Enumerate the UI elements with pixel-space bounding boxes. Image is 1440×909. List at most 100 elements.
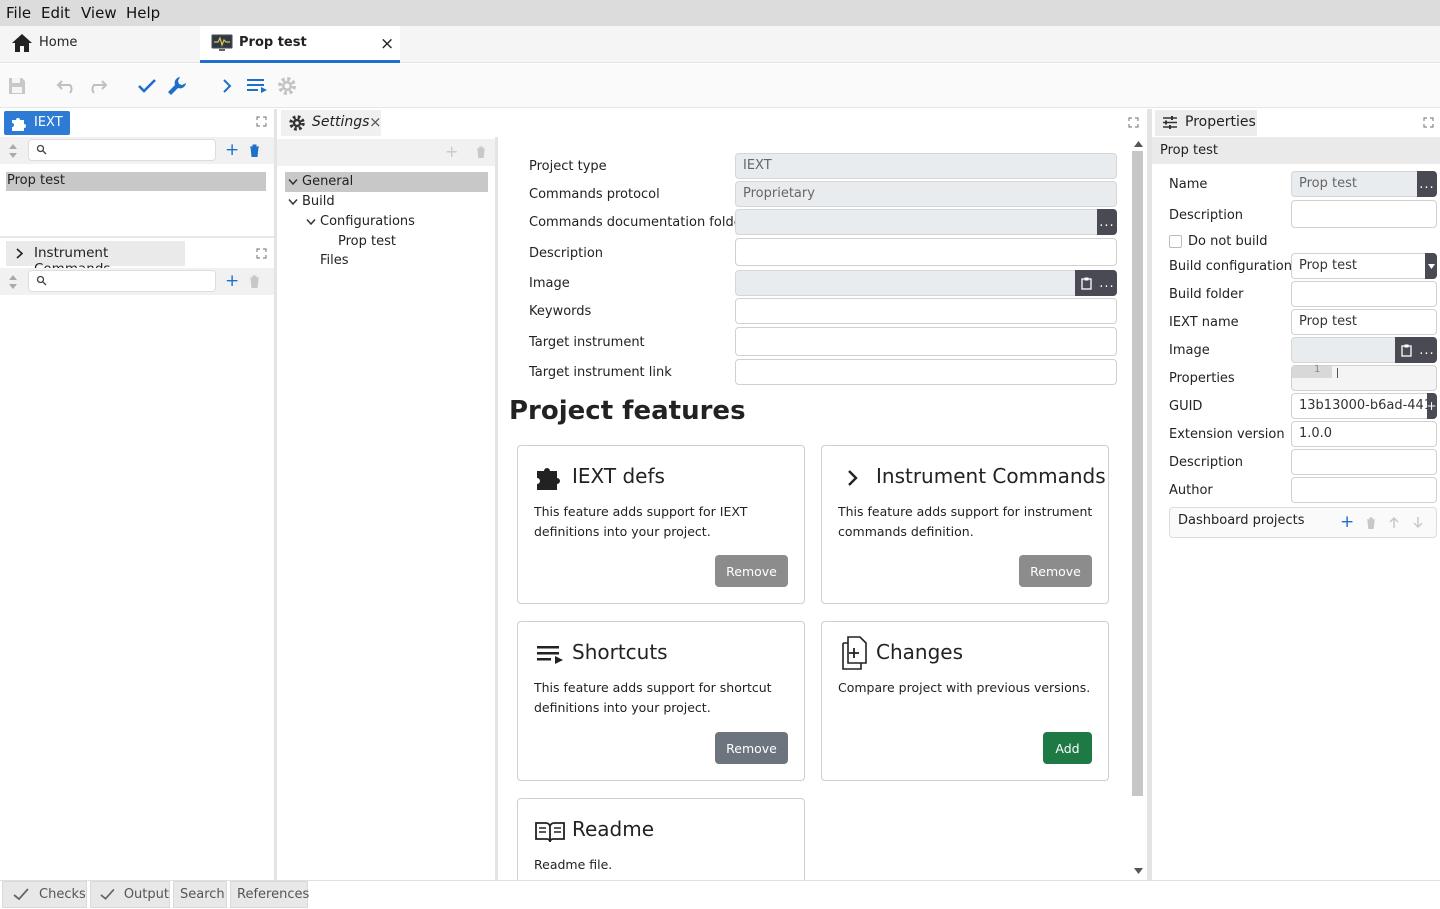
- gear-icon: [278, 77, 296, 95]
- iext-panel-tab[interactable]: IEXT: [4, 111, 70, 135]
- do-not-build-checkbox[interactable]: [1169, 235, 1182, 248]
- author-field[interactable]: [1291, 477, 1437, 503]
- paste-button[interactable]: [1075, 270, 1097, 296]
- remove-button[interactable]: Remove: [715, 555, 788, 587]
- tab-search[interactable]: Search: [173, 881, 227, 908]
- browse-button[interactable]: ...: [1417, 171, 1437, 197]
- build-folder-field[interactable]: [1291, 281, 1437, 307]
- browse-button[interactable]: ...: [1097, 270, 1117, 296]
- delete-icon[interactable]: [249, 275, 260, 288]
- add-item-icon[interactable]: +: [225, 140, 239, 160]
- menu-help[interactable]: Help: [126, 4, 160, 22]
- arrow-down-icon[interactable]: [1413, 516, 1423, 529]
- guid-field[interactable]: 13b13000-b6ad-4413 +: [1291, 393, 1437, 419]
- tree-item-configurations[interactable]: Configurations: [320, 214, 415, 229]
- add-button[interactable]: Add: [1043, 732, 1092, 764]
- image-field[interactable]: ...: [735, 270, 1117, 296]
- tab-home[interactable]: Home: [0, 26, 200, 63]
- commands-search-input[interactable]: [28, 270, 216, 292]
- prop-image-field[interactable]: ...: [1291, 337, 1437, 363]
- remove-button[interactable]: Remove: [715, 732, 788, 764]
- target-link-field[interactable]: [735, 359, 1117, 385]
- maximize-icon[interactable]: [256, 116, 267, 127]
- description-field[interactable]: [735, 238, 1117, 266]
- target-field[interactable]: [735, 327, 1117, 356]
- chevron-down-icon[interactable]: [288, 178, 298, 186]
- sort-icon[interactable]: [8, 274, 18, 290]
- tab-references[interactable]: References: [230, 881, 309, 908]
- chevron-right-icon: [848, 470, 858, 486]
- iext-panel-title: IEXT: [34, 115, 63, 130]
- tab-output[interactable]: Output: [90, 881, 170, 908]
- feature-desc: Compare project with previous versions.: [838, 680, 1091, 695]
- shortcuts-button[interactable]: [245, 74, 269, 98]
- menu-edit[interactable]: Edit: [41, 4, 70, 22]
- arrow-up-icon[interactable]: [1389, 516, 1399, 529]
- maximize-icon[interactable]: [1128, 117, 1139, 128]
- prop-description2-field[interactable]: [1291, 449, 1437, 475]
- project-type-field: IEXT: [735, 153, 1117, 179]
- keywords-field[interactable]: [735, 298, 1117, 324]
- add-command-icon[interactable]: +: [225, 271, 239, 291]
- chevron-down-icon[interactable]: [306, 218, 316, 226]
- ext-version-field[interactable]: 1.0.0: [1291, 421, 1437, 447]
- divider: [0, 236, 274, 238]
- sort-icon[interactable]: [8, 143, 18, 159]
- generate-guid-button[interactable]: +: [1426, 393, 1437, 419]
- close-tab-icon[interactable]: ×: [380, 34, 394, 54]
- scrollbar-thumb[interactable]: [1132, 151, 1143, 796]
- add-dashboard-icon[interactable]: +: [1340, 512, 1354, 532]
- settings-title: Settings: [312, 114, 370, 130]
- chevron-down-icon[interactable]: [288, 198, 298, 206]
- check-button[interactable]: [135, 74, 159, 98]
- redo-button[interactable]: [85, 74, 109, 98]
- tree-item-build[interactable]: Build: [302, 194, 335, 209]
- browse-button[interactable]: ...: [1417, 337, 1437, 363]
- scroll-down-icon[interactable]: [1134, 868, 1143, 874]
- list-item-selected[interactable]: Prop test: [6, 172, 266, 191]
- undo-button[interactable]: [55, 74, 79, 98]
- prop-description-field[interactable]: [1291, 200, 1437, 228]
- paste-button[interactable]: [1395, 337, 1417, 363]
- properties-editor[interactable]: 1: [1291, 364, 1437, 391]
- prop-image-label: Image: [1169, 343, 1210, 358]
- protocol-value: Proprietary: [743, 186, 815, 201]
- delete-icon[interactable]: [249, 144, 260, 157]
- scroll-up-icon[interactable]: [1134, 141, 1143, 147]
- close-settings-icon[interactable]: ×: [369, 113, 382, 131]
- commands-panel-tab[interactable]: Instrument Commands: [6, 241, 185, 277]
- menu-view[interactable]: View: [81, 4, 117, 22]
- add-config-icon[interactable]: +: [445, 142, 458, 161]
- properties-tab[interactable]: Properties: [1155, 110, 1257, 136]
- tab-checks-label: Checks: [39, 887, 86, 902]
- remove-button[interactable]: Remove: [1019, 555, 1092, 587]
- tab-prop-test[interactable]: Prop test ×: [200, 26, 400, 63]
- dropdown-button[interactable]: [1425, 253, 1437, 279]
- save-button[interactable]: [5, 74, 29, 98]
- protocol-field: Proprietary: [735, 181, 1117, 207]
- browse-button[interactable]: ...: [1097, 209, 1117, 235]
- features-heading: Project features: [509, 396, 746, 426]
- tree-item-prop-test[interactable]: Prop test: [338, 234, 396, 249]
- iext-name-field[interactable]: Prop test: [1291, 309, 1437, 335]
- tab-checks[interactable]: Checks: [2, 881, 87, 908]
- delete-icon[interactable]: [476, 146, 486, 158]
- maximize-icon[interactable]: [256, 248, 267, 259]
- run-command-button[interactable]: [215, 74, 239, 98]
- target-link-label: Target instrument link: [529, 365, 672, 380]
- maximize-icon[interactable]: [1423, 117, 1434, 128]
- settings-button[interactable]: [275, 74, 299, 98]
- delete-icon[interactable]: [1366, 517, 1376, 529]
- search-icon: [36, 144, 47, 155]
- form-scrollbar[interactable]: [1130, 137, 1147, 880]
- line-number: 1: [1314, 364, 1321, 375]
- settings-tab[interactable]: Settings ×: [281, 110, 382, 136]
- docfolder-field[interactable]: ...: [735, 209, 1117, 235]
- tree-item-files[interactable]: Files: [320, 253, 349, 268]
- search-icon: [36, 275, 47, 286]
- build-button[interactable]: [165, 74, 189, 98]
- build-config-select[interactable]: Prop test: [1291, 253, 1437, 279]
- feature-title: IEXT defs: [572, 464, 665, 488]
- menu-file[interactable]: File: [6, 4, 31, 22]
- iext-search-input[interactable]: [28, 139, 216, 161]
